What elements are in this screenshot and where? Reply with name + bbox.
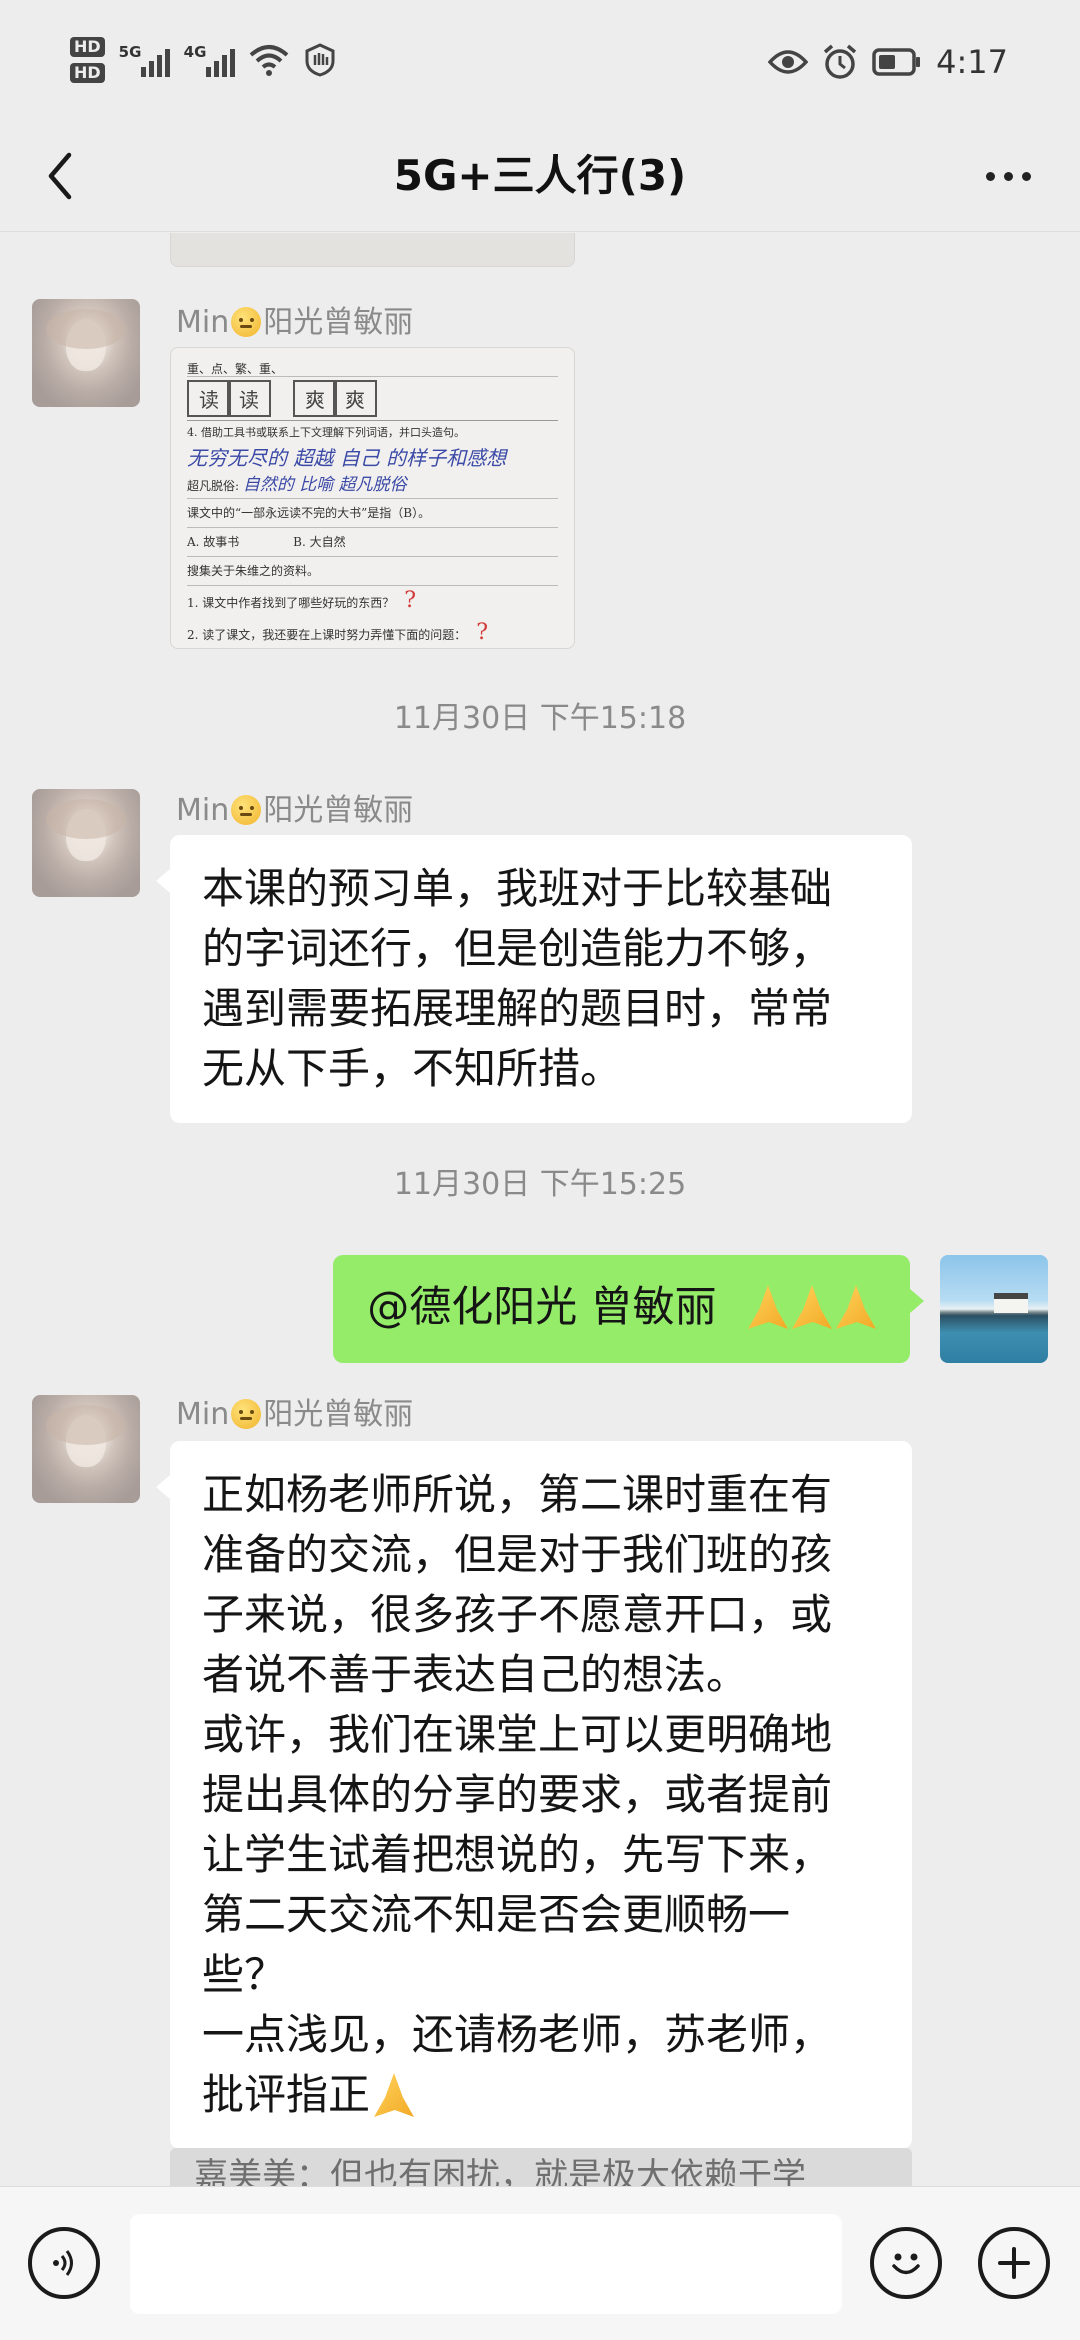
net-5g-label: 5G — [118, 43, 142, 61]
alarm-icon — [824, 44, 857, 79]
ws-handwriting: 无穷无尽的 超越 自己 的样子和感想 — [187, 446, 507, 470]
ws-box: 读 — [227, 380, 271, 417]
chat-title: 5G+三人行(3) — [393, 151, 687, 200]
ws-box: 爽 — [333, 380, 377, 417]
worksheet-image-message[interactable]: 重、点、繁、重、 读 读 爽 爽 4. 借助工具书或联系上下文理解下列词语，并口… — [170, 347, 575, 649]
emoji-icon — [892, 2253, 920, 2275]
text-message-bubble[interactable]: 正如杨老师所说，第二课时重在有 准备的交流，但是对于我们班的孩 子来说，很多孩子… — [156, 1441, 912, 2149]
ws-box: 读 — [187, 380, 231, 417]
message-timestamp: 11月30日 下午15:25 — [393, 1167, 687, 1202]
chat-input-bar — [0, 2186, 1080, 2340]
message-timestamp: 11月30日 下午15:18 — [393, 701, 687, 736]
pray-emoji-icon — [836, 1285, 876, 1329]
ws-question: 1. 课文中作者找到了哪些好玩的东西？? — [187, 588, 417, 613]
sender-name: Min 阳光曾敏丽 — [176, 1397, 414, 1432]
avatar[interactable] — [32, 789, 140, 897]
ws-top-row: 重、点、繁、重、 — [187, 362, 558, 377]
worksheet-photo: 重、点、繁、重、 读 读 爽 爽 4. 借助工具书或联系上下文理解下列词语，并口… — [171, 348, 574, 648]
hd-badge-2: HD — [70, 63, 105, 83]
emoji-button[interactable] — [870, 2227, 942, 2299]
voice-icon — [53, 2250, 73, 2276]
wifi-icon — [249, 45, 288, 76]
signal-5g-icon: 5G — [119, 43, 170, 77]
image-message-partial[interactable] — [170, 233, 575, 267]
net-4g-label: 4G — [183, 43, 207, 61]
more-dots-icon — [985, 171, 995, 181]
status-bar: HD HD 5G 4G 4:17 — [0, 0, 1080, 120]
ws-question: 2. 读了课文，我还要在上课时努力弄懂下面的问题：? — [187, 620, 489, 645]
hd-badge-1: HD — [70, 37, 105, 57]
message-input[interactable] — [130, 2214, 842, 2314]
more-button[interactable] — [972, 146, 1044, 206]
smirk-emoji-icon — [231, 307, 262, 337]
plus-button[interactable] — [978, 2227, 1050, 2299]
text-message-bubble[interactable]: 本课的预习单，我班对于比较基础 的字词还行，但是创造能力不够， 遇到需要拓展理解… — [156, 835, 912, 1123]
hd-indicators: HD HD — [70, 37, 105, 83]
quoted-message-preview[interactable]: 嘉美美：但也有困扰，就是极大依赖于学 — [170, 2148, 912, 2186]
avatar[interactable] — [32, 1395, 140, 1503]
status-left: HD HD 5G 4G — [70, 30, 337, 90]
ws-question: 课文中的“一部永远读不完的大书”是指（B）。 — [187, 499, 558, 528]
pray-emoji-icon — [792, 1285, 832, 1329]
ws-options: A. 故事书 B. 大自然 — [187, 528, 558, 557]
sender-name: Min 阳光曾敏丽 — [176, 793, 414, 828]
chat-header: 5G+三人行(3) — [0, 120, 1080, 232]
sender-name: Min 阳光曾敏丽 — [176, 305, 414, 340]
plus-icon — [998, 2247, 1030, 2279]
hand-shield-icon — [305, 43, 335, 77]
mention-text: @德化阳光 曾敏丽 — [367, 1282, 717, 1331]
battery-icon — [872, 48, 921, 76]
ws-boxes: 读 读 爽 爽 — [187, 377, 558, 421]
ws-box: 爽 — [293, 380, 337, 417]
eye-icon — [768, 50, 809, 74]
avatar[interactable] — [32, 299, 140, 407]
clock-time: 4:17 — [936, 43, 1008, 81]
ws-question: 搜集关于朱维之的资料。 — [187, 557, 558, 586]
smirk-emoji-icon — [231, 1399, 262, 1429]
outgoing-message-bubble[interactable]: @德化阳光 曾敏丽 — [333, 1255, 924, 1363]
ws-question: 4. 借助工具书或联系上下文理解下列词语，并口头造句。 — [187, 426, 465, 439]
pray-emoji-icon — [748, 1285, 788, 1329]
smirk-emoji-icon — [231, 795, 262, 825]
chat-message-list[interactable]: Min 阳光曾敏丽 重、点、繁、重、 读 读 爽 爽 4. 借助工具书或联系上下文… — [0, 233, 1080, 2186]
signal-4g-icon: 4G — [184, 43, 235, 77]
voice-button[interactable] — [28, 2227, 100, 2299]
my-avatar[interactable] — [940, 1255, 1048, 1363]
pray-emoji-icon — [374, 2073, 415, 2117]
ws-question: 超凡脱俗: 自然的 比喻 超凡脱俗 — [187, 473, 558, 499]
status-right: 4:17 — [768, 38, 1008, 86]
